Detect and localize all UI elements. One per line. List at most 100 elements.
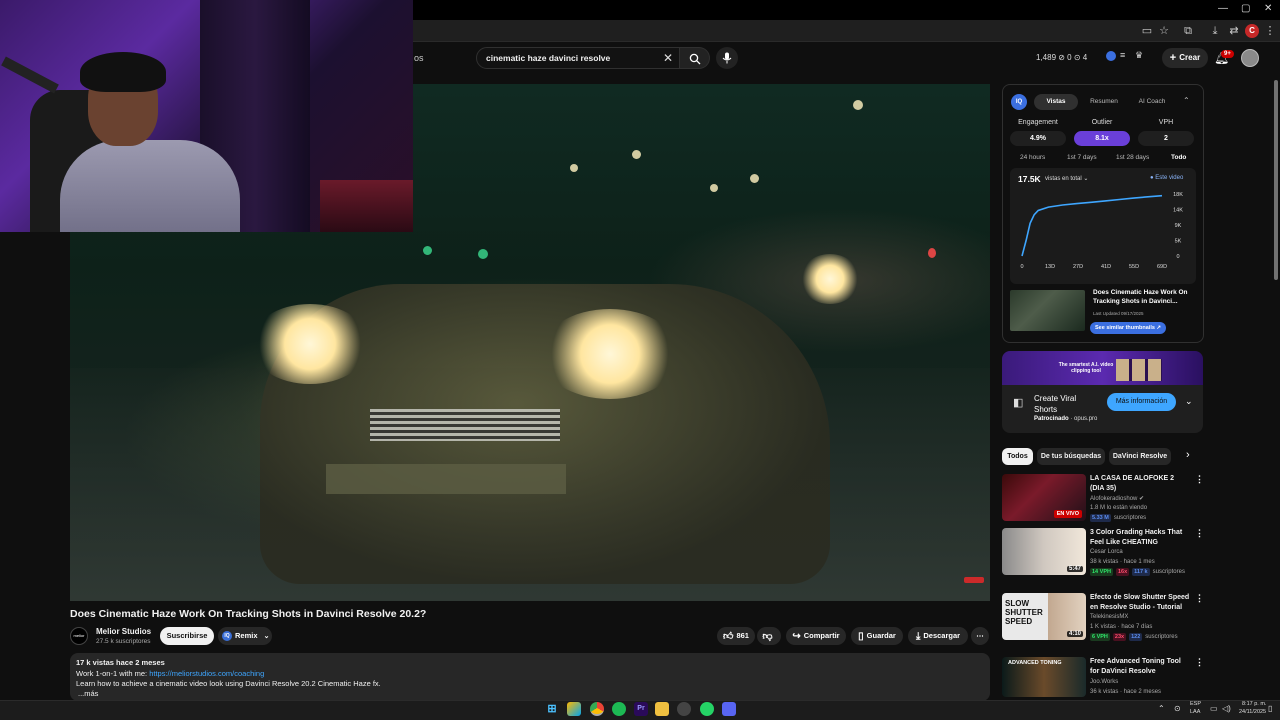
search-input[interactable]: cinematic haze davinci resolve ✕ [476, 47, 680, 69]
rec-title[interactable]: Efecto de Slow Shutter Speed en Resolve … [1090, 593, 1190, 612]
coaching-link[interactable]: https://meliorstudios.com/coaching [149, 669, 264, 678]
rec-channel[interactable]: Cesar Lorca [1090, 549, 1123, 555]
search-button[interactable] [680, 47, 710, 69]
collapse-panel-icon[interactable]: ⌃ [1183, 96, 1190, 105]
rec-meta: 1 K vistas · hace 7 días [1090, 624, 1153, 630]
whatsapp-icon[interactable] [700, 702, 714, 716]
views-series-line [1021, 194, 1163, 257]
chip-davinci-resolve[interactable]: DaVinci Resolve [1109, 448, 1171, 465]
volume-icon[interactable]: ◁) [1222, 704, 1231, 713]
more-actions-button[interactable]: ⋯ [971, 627, 989, 645]
language-line-2[interactable]: LAA [1190, 709, 1200, 715]
download-icon[interactable]: ⤓ [1208, 24, 1222, 38]
cast-icon[interactable]: ▭ [1140, 24, 1154, 38]
premiere-pro-icon[interactable]: Pr [634, 702, 648, 716]
see-similar-thumbnails-button[interactable]: See similar thumbnails ↗ [1090, 322, 1167, 334]
chip-todos[interactable]: Todos [1002, 448, 1033, 465]
more-vertical-icon[interactable]: ⋮ [1195, 474, 1204, 485]
copilot-icon[interactable] [567, 702, 581, 716]
network-icon[interactable]: ▭ [1210, 704, 1218, 713]
vidiq-icon[interactable] [1106, 51, 1116, 61]
subscribe-button[interactable]: Suscribirse [160, 627, 214, 645]
language-line-1[interactable]: ESP [1190, 701, 1201, 707]
range-28-days[interactable]: 1st 28 days [1116, 154, 1149, 161]
save-button[interactable]: ▯ Guardar [851, 627, 903, 645]
share-button[interactable]: ↪ Compartir [786, 627, 846, 645]
video-duration: 5:47 [1066, 566, 1083, 572]
tray-expand-icon[interactable]: ⌃ [1158, 704, 1165, 713]
bookmark-star-icon[interactable]: ☆ [1157, 24, 1171, 38]
description-box[interactable]: 17 k vistas hace 2 meses Work 1-on-1 wit… [70, 653, 990, 701]
remix-button[interactable]: IQ Remix ⌄ [218, 627, 272, 645]
rec-meta: 36 k vistas · hace 2 meses [1090, 689, 1162, 695]
browser-menu-icon[interactable]: ⋮ [1263, 24, 1277, 38]
more-vertical-icon[interactable]: ⋮ [1195, 657, 1204, 668]
notification-center-icon[interactable]: ▯ [1268, 704, 1272, 713]
rec-thumbnail[interactable]: ADVANCED TONING [1002, 657, 1086, 697]
extensions-icon[interactable]: ⧉ [1181, 24, 1195, 38]
spotify-icon[interactable] [612, 702, 626, 716]
rec-thumbnail[interactable]: EN VIVO [1002, 474, 1086, 521]
clock-date[interactable]: 24/11/2025 [1239, 709, 1266, 715]
clear-search-icon[interactable]: ✕ [663, 51, 673, 65]
voice-search-button[interactable] [716, 47, 738, 69]
like-button[interactable]: 👍︎ 861 [717, 627, 755, 645]
scrollbar-thumb[interactable] [1274, 80, 1278, 280]
translate-icon[interactable]: ⇄ [1227, 24, 1241, 38]
rec-channel[interactable]: Alofokeradioshow ✔ [1090, 495, 1144, 502]
rec-thumbnail[interactable]: 5:47 [1002, 528, 1086, 575]
rec-channel[interactable]: Joo.Works [1090, 679, 1118, 685]
video-title: Does Cinematic Haze Work On Tracking Sho… [70, 608, 427, 620]
maximize-button[interactable]: ▢ [1241, 3, 1250, 14]
dislike-button[interactable]: 👎︎ [757, 627, 781, 645]
rec-title[interactable]: Free Advanced Toning Tool for DaVinci Re… [1090, 657, 1190, 676]
chrome-icon[interactable] [590, 702, 604, 716]
tab-resumen[interactable]: Resumen [1082, 94, 1126, 110]
minimize-button[interactable]: — [1218, 3, 1228, 14]
rec-title[interactable]: 3 Color Grading Hacks That Feel Like CHE… [1090, 528, 1190, 547]
user-avatar[interactable] [1241, 49, 1259, 67]
x-tick-label: 13D [1045, 264, 1055, 270]
chevron-down-icon[interactable]: ⌄ [1185, 396, 1193, 407]
ad-domain: · opus.pro [1070, 416, 1098, 422]
list-icon[interactable]: ≡ [1120, 50, 1125, 60]
rec-thumbnail[interactable]: SLOW SHUTTER SPEED 4:10 [1002, 593, 1086, 640]
more-vertical-icon[interactable]: ⋮ [1195, 593, 1204, 604]
rec-channel[interactable]: TelekinesisMX [1090, 614, 1128, 620]
profile-avatar[interactable]: C [1245, 24, 1259, 38]
range-all[interactable]: Todo [1171, 154, 1186, 161]
rec-subs-badge: 122 [1129, 633, 1143, 641]
obs-icon[interactable] [677, 702, 691, 716]
clock-time[interactable]: 8:17 p. m. [1242, 701, 1266, 707]
download-button[interactable]: ⤓ Descargar [908, 627, 968, 645]
trophy-icon[interactable]: ♛ [1135, 50, 1143, 61]
channel-name[interactable]: Melior Studios [96, 627, 151, 636]
range-24-hours[interactable]: 24 hours [1020, 154, 1045, 161]
player-watermark-icon [964, 577, 984, 583]
chip-de-tus-busquedas[interactable]: De tus búsquedas [1037, 448, 1105, 465]
file-explorer-icon[interactable] [655, 702, 669, 716]
rec-subs-suffix: suscriptores [1113, 515, 1147, 521]
description-more-link[interactable]: ...más [78, 689, 98, 698]
total-views-dropdown[interactable]: vistas en total ⌄ [1045, 175, 1088, 182]
tab-vistas[interactable]: Vistas [1034, 94, 1078, 110]
rec-title[interactable]: LA CASA DE ALOFOKE 2 (DIA 35) [1090, 474, 1190, 493]
webcam-person-hair [80, 52, 166, 92]
y-tick-label: 0 [1176, 254, 1179, 260]
ad-title[interactable]: Create Viral Shorts [1034, 393, 1094, 415]
rec-multiplier-badge: 16x [1115, 568, 1130, 576]
channel-avatar[interactable]: melior [70, 627, 88, 645]
opus-logo-icon: ◧ [1013, 397, 1024, 409]
create-button[interactable]: + Crear [1162, 48, 1208, 68]
bookmark-icon: ▯ [858, 631, 864, 642]
tab-ai-coach[interactable]: AI Coach [1130, 94, 1174, 110]
windows-start-icon[interactable]: ⊞ [545, 702, 559, 716]
ad-banner[interactable]: The smartest A.I. video clipping tool [1002, 351, 1203, 385]
save-label: Guardar [866, 631, 896, 640]
more-vertical-icon[interactable]: ⋮ [1195, 528, 1204, 539]
range-7-days[interactable]: 1st 7 days [1067, 154, 1097, 161]
discord-icon[interactable] [722, 702, 736, 716]
chevron-right-icon[interactable]: › [1186, 449, 1190, 461]
ad-more-info-button[interactable]: Más información [1107, 393, 1176, 411]
close-window-button[interactable]: ✕ [1264, 3, 1272, 14]
